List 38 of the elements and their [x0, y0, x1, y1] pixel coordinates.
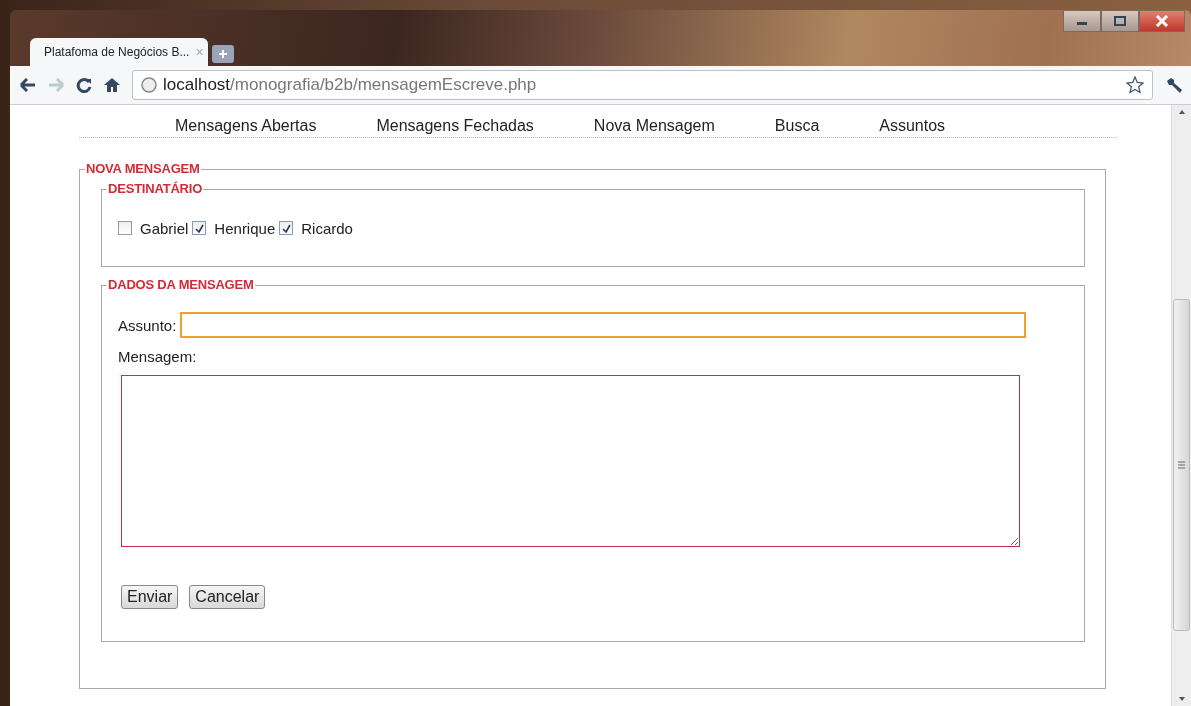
- close-button[interactable]: [1139, 10, 1185, 32]
- scrollbar[interactable]: [1171, 105, 1191, 706]
- new-tab-button[interactable]: [212, 45, 234, 63]
- nav-link[interactable]: Busca: [774, 117, 820, 135]
- maximize-button[interactable]: [1101, 10, 1139, 32]
- home-icon[interactable]: [104, 77, 120, 93]
- fieldset-legend: NOVA MENSAGEM: [85, 161, 201, 176]
- recipient-label: Ricardo: [301, 219, 353, 237]
- subject-field[interactable]: [180, 312, 1027, 338]
- star-icon[interactable]: [1126, 76, 1144, 94]
- tab-title: Platafoma de Negócios B...: [44, 45, 190, 59]
- checkbox[interactable]: [118, 221, 132, 235]
- send-button[interactable]: Enviar: [121, 585, 179, 609]
- fieldset-legend: DADOS DA MENSAGEM: [107, 277, 255, 292]
- address-bar[interactable]: localhost/monografia/b2b/mensagemEscreve.php: [132, 70, 1153, 100]
- page-icon: [141, 77, 157, 93]
- nav-link[interactable]: Nova Mensagem: [593, 117, 715, 135]
- message-label: Mensagem:: [118, 348, 197, 365]
- fieldset-legend: DESTINATÁRIO: [107, 181, 204, 196]
- recipient-label: Gabriel: [140, 219, 189, 237]
- checkbox[interactable]: [279, 221, 294, 235]
- nav-link[interactable]: Assuntos: [879, 117, 946, 135]
- close-icon: [1155, 15, 1169, 27]
- wrench-icon[interactable]: [1165, 76, 1183, 94]
- checkbox[interactable]: [192, 221, 207, 235]
- message-field[interactable]: [121, 375, 1020, 547]
- nav-link[interactable]: Mensagens Abertas: [175, 117, 317, 135]
- plus-icon: [218, 49, 228, 59]
- reload-icon[interactable]: [76, 77, 92, 93]
- browser-tab[interactable]: Platafoma de Negócios B... ×: [30, 38, 208, 66]
- back-icon[interactable]: [20, 78, 36, 92]
- subject-label: Assunto:: [118, 316, 177, 334]
- minimize-button[interactable]: [1063, 10, 1101, 32]
- maximize-icon: [1113, 16, 1127, 26]
- recipient-label: Henrique: [214, 219, 276, 237]
- grip-icon: [1178, 461, 1185, 469]
- cancel-button[interactable]: Cancelar: [189, 585, 266, 609]
- nav-link[interactable]: Mensagens Fechadas: [376, 117, 534, 135]
